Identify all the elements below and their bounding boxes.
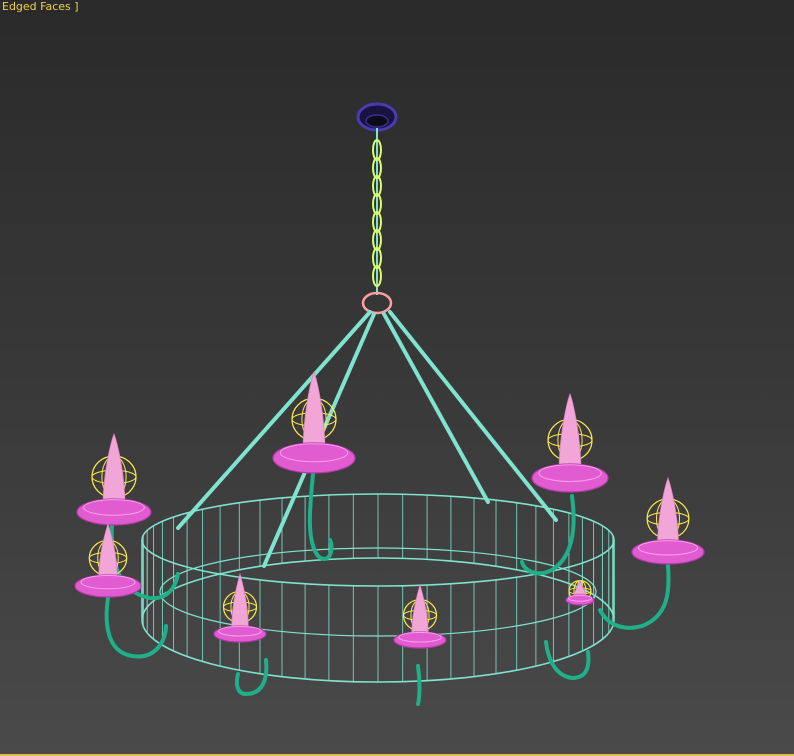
candle-1 [76, 432, 152, 526]
candle-7 [393, 583, 447, 649]
chandelier-wireframe [74, 102, 705, 706]
chandelier-ring [141, 493, 615, 683]
suspension-rods [176, 310, 558, 568]
candle-5 [74, 522, 142, 598]
hanging-chain [361, 128, 393, 315]
candles [74, 370, 705, 649]
3d-viewport[interactable]: Edged Faces ] [0, 0, 794, 756]
candle-3 [531, 392, 609, 493]
candle-6 [213, 572, 267, 643]
ceiling-canopy [356, 102, 398, 132]
candle-4 [631, 476, 705, 565]
